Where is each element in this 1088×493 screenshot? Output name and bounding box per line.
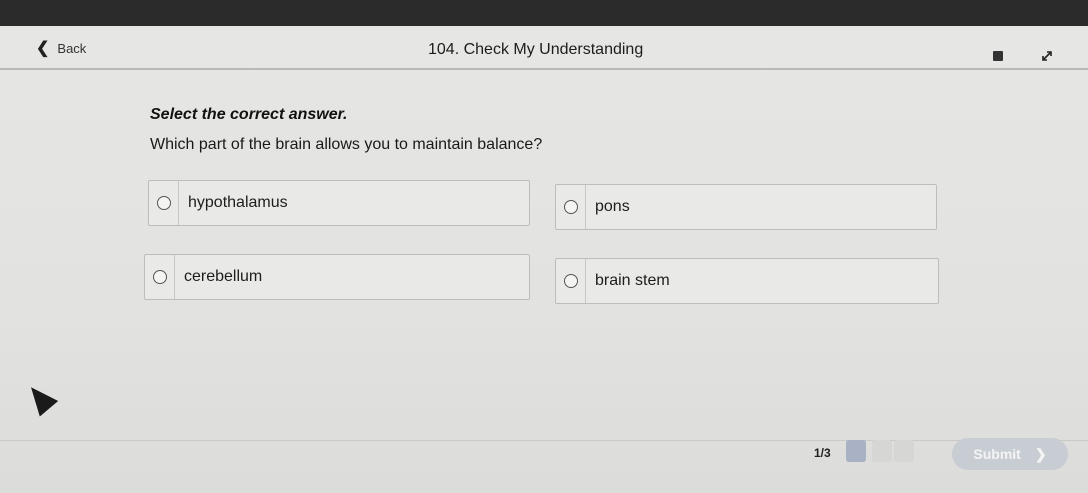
back-label: Back [57,40,87,56]
radio-button[interactable] [152,270,167,284]
page-counter: 1/3 [814,446,831,460]
chevron-right-icon: ❯ [1034,445,1047,462]
calculator-button[interactable] [981,42,1015,70]
radio-button[interactable] [156,196,171,210]
page-indicator-3[interactable] [894,440,914,462]
expand-icon [1042,51,1052,61]
page-indicator-2[interactable] [872,440,892,462]
page-indicator-1[interactable] [846,440,866,462]
answer-option-brain-stem[interactable]: brain stem [555,258,939,304]
submit-label: Submit [973,446,1021,462]
option-label: cerebellum [184,268,263,285]
back-button[interactable]: ❮ Back [36,38,86,58]
answer-option-hypothalamus[interactable]: hypothalamus [148,180,530,226]
radio-cell [556,185,586,229]
question-area: Select the correct answer. Which part of… [150,106,542,154]
mouse-cursor-icon [21,379,59,417]
page-title: 104. Check My Understanding [428,41,644,58]
chevron-left-icon: ❮ [36,40,50,57]
calculator-icon [993,51,1003,61]
submit-button[interactable]: Submit ❯ [952,438,1068,470]
question-text: Which part of the brain allows you to ma… [150,136,543,153]
instruction-text: Select the correct answer. [150,106,348,123]
option-label: hypothalamus [188,194,288,211]
answer-option-cerebellum[interactable]: cerebellum [144,254,530,300]
answer-option-pons[interactable]: pons [555,184,937,230]
top-bar: ❮ Back 104. Check My Understanding [0,26,1088,70]
option-label: brain stem [595,272,670,289]
radio-cell [145,255,175,299]
radio-button[interactable] [563,274,578,288]
radio-cell [556,259,586,303]
radio-button[interactable] [563,200,578,214]
quiz-screen: ❮ Back 104. Check My Understanding Selec… [0,26,1088,493]
expand-button[interactable] [1030,42,1064,70]
option-label: pons [595,198,630,215]
footer-divider [0,440,1088,441]
radio-cell [149,181,179,225]
